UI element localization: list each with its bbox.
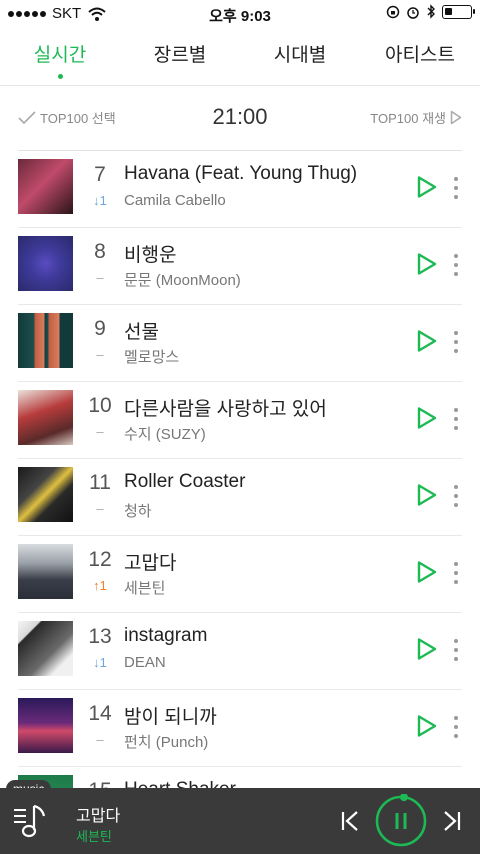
song-rank: 8 [94, 240, 106, 263]
play-icon[interactable] [416, 175, 438, 199]
song-title: 밤이 되니까 [124, 707, 217, 728]
tab-label: 실시간 [33, 45, 87, 66]
album-art[interactable] [18, 621, 73, 676]
chart-toolbar: TOP100 선택 21:00 TOP100 재생 [0, 88, 480, 150]
rotation-lock-icon [386, 5, 400, 18]
previous-icon[interactable] [340, 810, 360, 832]
more-options-icon[interactable] [450, 716, 462, 738]
album-art[interactable] [18, 544, 73, 599]
mini-player: 고맙다 세븐틴 [0, 788, 480, 854]
bluetooth-icon [427, 4, 435, 19]
play-icon[interactable] [416, 483, 438, 507]
alarm-icon [407, 6, 419, 19]
album-art[interactable] [18, 467, 73, 522]
song-row[interactable]: 7 ↓1 Havana (Feat. Young Thug) Camila Ca… [18, 151, 462, 228]
song-rank: 13 [88, 625, 112, 648]
rank-change: – [96, 424, 104, 439]
song-artist[interactable]: 펀치 (Punch) [124, 731, 208, 752]
more-options-icon[interactable] [450, 408, 462, 430]
album-art[interactable] [18, 390, 73, 445]
song-artist[interactable]: 청하 [124, 500, 152, 521]
song-row[interactable]: 14 – 밤이 되니까 펀치 (Punch) [18, 690, 462, 767]
song-row[interactable]: 12 ↑1 고맙다 세븐틴 [18, 536, 462, 613]
more-options-icon[interactable] [450, 562, 462, 584]
song-rank: 10 [88, 394, 112, 417]
song-title: Roller Coaster [124, 471, 246, 492]
tab-label: 아티스트 [385, 45, 455, 66]
song-title: 고맙다 [124, 553, 177, 574]
song-row[interactable]: 13 ↓1 instagram DEAN [18, 613, 462, 690]
play-icon[interactable] [416, 714, 438, 738]
song-rank: 14 [88, 702, 112, 725]
more-options-icon[interactable] [450, 639, 462, 661]
battery-level [445, 7, 452, 15]
more-options-icon[interactable] [450, 254, 462, 276]
tab-era[interactable]: 시대별 [240, 40, 360, 67]
playlist-icon[interactable] [12, 802, 52, 842]
song-rank: 11 [89, 471, 111, 494]
more-options-icon[interactable] [450, 331, 462, 353]
song-artist[interactable]: 세븐틴 [124, 577, 165, 598]
song-artist[interactable]: Camila Cabello [124, 192, 226, 209]
more-options-icon[interactable] [450, 177, 462, 199]
album-art[interactable] [18, 698, 73, 753]
now-playing-title[interactable]: 고맙다 [76, 802, 120, 826]
rank-change: – [96, 270, 104, 285]
tab-label: 시대별 [273, 45, 327, 66]
tab-label: 장르별 [153, 45, 207, 66]
play-icon[interactable] [416, 637, 438, 661]
song-artist[interactable]: 수지 (SUZY) [124, 423, 206, 444]
play-icon[interactable] [416, 406, 438, 430]
song-title: 선물 [124, 322, 159, 343]
tab-genre[interactable]: 장르별 [120, 40, 240, 67]
song-rank: 7 [94, 163, 106, 186]
song-artist[interactable]: 문문 (MoonMoon) [124, 269, 241, 290]
status-bar: SKT 오후 9:03 [0, 0, 480, 28]
song-row[interactable]: 9 – 선물 멜로망스 [18, 305, 462, 382]
chart-tabs: 실시간 장르별 시대별 아티스트 [0, 30, 480, 86]
song-title: instagram [124, 625, 208, 646]
top100-play-button[interactable]: TOP100 재생 [370, 108, 462, 127]
rank-change: ↓1 [93, 193, 107, 208]
song-row[interactable]: 10 – 다른사람을 사랑하고 있어 수지 (SUZY) [18, 382, 462, 459]
song-list: 7 ↓1 Havana (Feat. Young Thug) Camila Ca… [18, 150, 462, 844]
more-options-icon[interactable] [450, 485, 462, 507]
song-rank: 9 [94, 317, 106, 340]
play-icon[interactable] [416, 252, 438, 276]
album-art[interactable] [18, 159, 73, 214]
rank-change: – [96, 501, 104, 516]
rank-change: ↓1 [93, 655, 107, 670]
next-icon[interactable] [442, 810, 462, 832]
song-artist[interactable]: 멜로망스 [124, 346, 179, 367]
pause-button[interactable] [374, 794, 428, 848]
active-tab-indicator [57, 74, 63, 79]
song-artist[interactable]: DEAN [124, 654, 166, 671]
play-all-label: TOP100 재생 [370, 111, 446, 126]
play-icon[interactable] [416, 560, 438, 584]
battery-icon [442, 4, 475, 19]
tab-artist[interactable]: 아티스트 [360, 40, 480, 67]
progress-indicator [400, 794, 408, 802]
rank-change: – [96, 732, 104, 747]
song-row[interactable]: 11 – Roller Coaster 청하 [18, 459, 462, 536]
now-playing-artist[interactable]: 세븐틴 [76, 826, 112, 845]
song-title: 비행운 [124, 245, 177, 266]
tab-realtime[interactable]: 실시간 [0, 40, 120, 79]
play-icon[interactable] [416, 329, 438, 353]
album-art[interactable] [18, 313, 73, 368]
rank-change: – [96, 347, 104, 362]
song-row[interactable]: 8 – 비행운 문문 (MoonMoon) [18, 228, 462, 305]
song-title: Havana (Feat. Young Thug) [124, 163, 358, 184]
song-rank: 12 [88, 548, 112, 571]
rank-change: ↑1 [93, 578, 107, 593]
play-outline-icon [450, 110, 462, 125]
song-title: 다른사람을 사랑하고 있어 [124, 399, 327, 420]
album-art[interactable] [18, 236, 73, 291]
